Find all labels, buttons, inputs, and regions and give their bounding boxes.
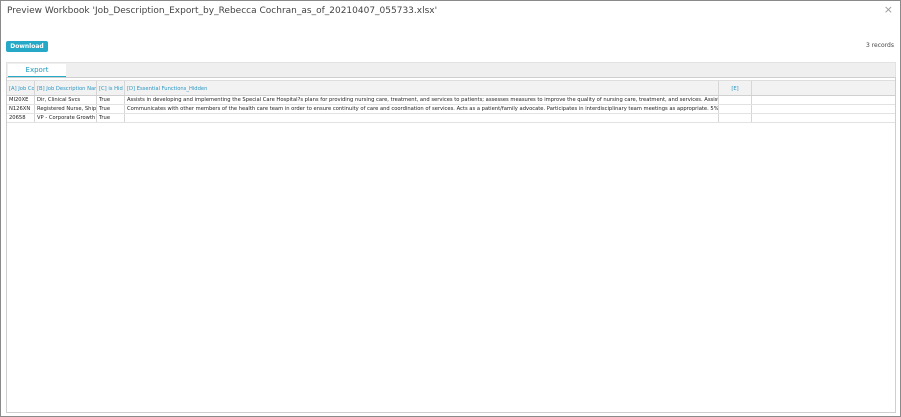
- column-header-d[interactable]: [D] Essential Functions_Hidden: [125, 81, 719, 95]
- preview-workbook-dialog: Preview Workbook 'Job_Description_Export…: [0, 0, 901, 417]
- table-cell[interactable]: Registered Nurse, Ships: [35, 105, 97, 113]
- table-cell[interactable]: True: [97, 114, 125, 122]
- close-icon[interactable]: ×: [884, 4, 893, 15]
- table-cell[interactable]: True: [97, 105, 125, 113]
- tab-export[interactable]: Export: [8, 64, 66, 78]
- dialog-title: Preview Workbook 'Job_Description_Export…: [7, 6, 438, 16]
- table-cell[interactable]: [752, 96, 895, 104]
- table-cell[interactable]: VP - Corporate Growth: [35, 114, 97, 122]
- header-row: [A] Job Co [B] Job Description Nam [C] i…: [7, 80, 895, 96]
- table-cell[interactable]: [719, 114, 752, 122]
- column-header-f: [752, 81, 895, 95]
- table-cell[interactable]: [125, 114, 719, 122]
- column-header-c[interactable]: [C] is Hid: [97, 81, 125, 95]
- table-row: MI20XE Dir, Clinical Svcs True Assists i…: [7, 96, 895, 105]
- table-cell[interactable]: [719, 105, 752, 113]
- table-cell[interactable]: N126XN: [7, 105, 35, 113]
- table-cell[interactable]: Dir, Clinical Svcs: [35, 96, 97, 104]
- table-cell[interactable]: True: [97, 96, 125, 104]
- column-header-a[interactable]: [A] Job Co: [7, 81, 35, 95]
- column-header-b[interactable]: [B] Job Description Nam: [35, 81, 97, 95]
- records-count: 3 records: [865, 42, 894, 49]
- table-cell[interactable]: [719, 96, 752, 104]
- sheet-tab-bar: Export: [6, 62, 896, 78]
- table-row: 20658 VP - Corporate Growth True: [7, 114, 895, 123]
- table-cell[interactable]: 20658: [7, 114, 35, 122]
- table-cell[interactable]: Assists in developing and implementing t…: [125, 96, 719, 104]
- table-row: N126XN Registered Nurse, Ships True Comm…: [7, 105, 895, 114]
- download-button[interactable]: Download: [6, 41, 48, 52]
- table-cell[interactable]: MI20XE: [7, 96, 35, 104]
- table-cell[interactable]: [752, 114, 895, 122]
- spreadsheet-grid: [A] Job Co [B] Job Description Nam [C] i…: [6, 77, 896, 413]
- column-header-e[interactable]: [E]: [719, 81, 752, 95]
- table-cell[interactable]: Communicates with other members of the h…: [125, 105, 719, 113]
- table-cell[interactable]: [752, 105, 895, 113]
